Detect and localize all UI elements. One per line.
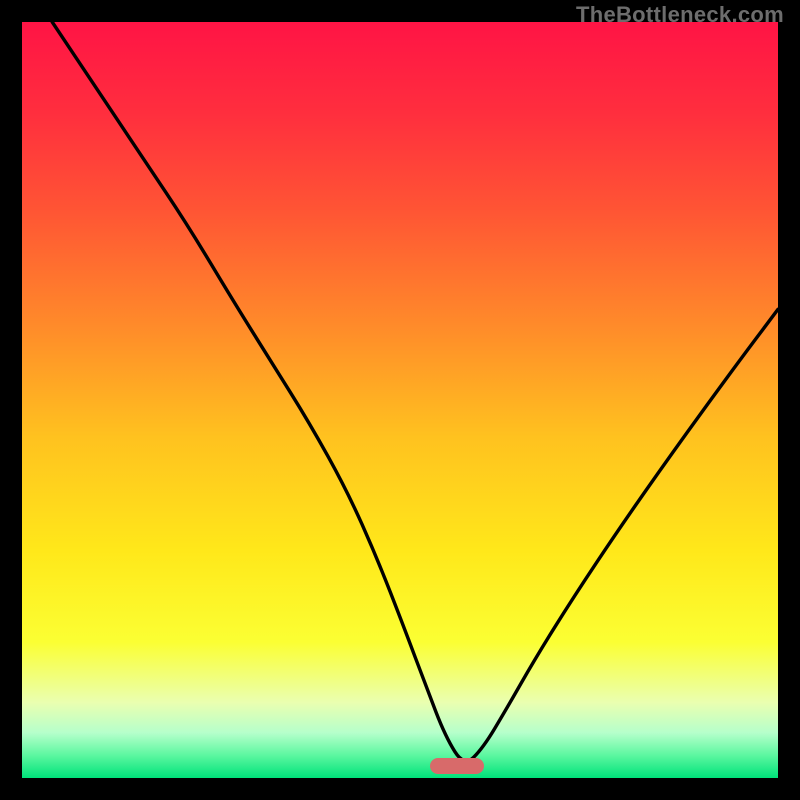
watermark-text: TheBottleneck.com — [576, 2, 784, 28]
plot-area — [22, 22, 778, 778]
bottleneck-curve — [22, 22, 778, 778]
chart-frame: TheBottleneck.com — [0, 0, 800, 800]
optimal-marker — [430, 758, 484, 774]
